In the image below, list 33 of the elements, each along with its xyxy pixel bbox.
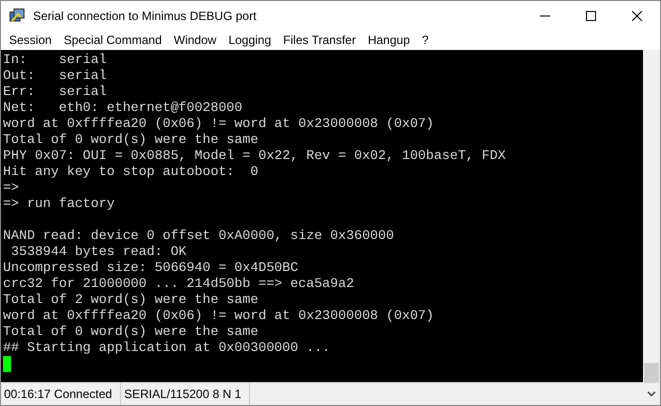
- terminal-line: word at 0xffffea20 (0x06) != word at 0x23000008 (0x07): [3, 116, 435, 132]
- terminal-line: ## Starting application at 0x00300000 ...: [3, 340, 332, 356]
- terminal-line: PHY 0x07: OUI = 0x0885, Model = 0x22, Rev = 0x02, 100baseT, FDX: [3, 148, 507, 164]
- terminal-line: Uncompressed size: 5066940 = 0x4D50BC: [3, 260, 300, 276]
- status-text: 00:16:17 Connected: [1, 383, 122, 405]
- scroll-down-icon[interactable]: [647, 391, 656, 397]
- terminal-line: =>: [3, 180, 20, 196]
- terminal-line: Total of 0 word(s) were the same: [3, 132, 260, 148]
- terminal-line: Hit any key to stop autoboot: 0: [3, 164, 260, 180]
- scroll-thumb[interactable]: [644, 363, 659, 383]
- maximize-icon: [586, 10, 596, 20]
- terminal-line: Net: eth0: ethernet@f0028000: [3, 100, 244, 116]
- terminal-line: crc32 for 21000000 ... 214d50bb ==> eca5a9a2: [3, 276, 356, 292]
- terminal-line: Err: serial: [3, 84, 108, 100]
- terminal-line: word at 0xffffea20 (0x06) != word at 0x23000008 (0x07): [3, 308, 435, 324]
- menu-item[interactable]: Window: [168, 33, 222, 47]
- menu-item[interactable]: ?: [416, 33, 435, 47]
- terminal-line: Total of 0 word(s) were the same: [3, 324, 260, 340]
- terminal-line: => run factory: [3, 196, 116, 212]
- menu-item[interactable]: Files Transfer: [277, 33, 362, 47]
- menu-item[interactable]: Special Command: [58, 33, 168, 47]
- status-text: SERIAL/115200 8 N 1: [121, 383, 250, 405]
- menu-item[interactable]: Session: [3, 33, 58, 47]
- terminal-app-icon: [9, 8, 25, 24]
- terminal-line: In: serial: [3, 52, 108, 68]
- window-title: Serial connection to Minimus DEBUG port: [33, 8, 258, 22]
- close-icon: [632, 10, 642, 20]
- terminal-line: NAND read: device 0 offset 0xA0000, size 0x360000: [3, 228, 395, 244]
- terminal-line: 3538944 bytes read: OK: [10, 244, 188, 260]
- terminal-line: Out: serial: [3, 68, 108, 84]
- terminal-line: Total of 2 word(s) were the same: [3, 292, 260, 308]
- menu-item[interactable]: Hangup: [362, 33, 416, 47]
- menu-item[interactable]: Logging: [222, 33, 278, 47]
